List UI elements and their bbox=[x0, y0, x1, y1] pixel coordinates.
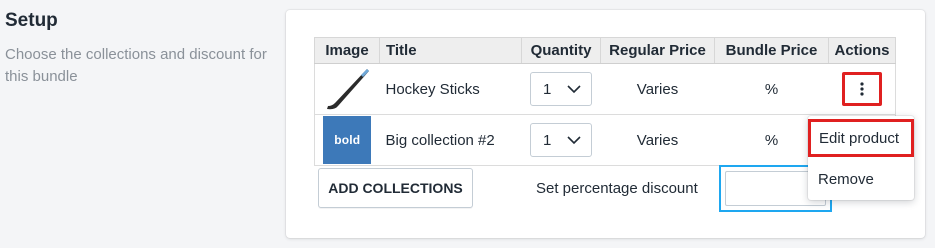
chevron-down-icon bbox=[567, 84, 581, 93]
row-image-cell: bold bbox=[314, 114, 380, 166]
header-bundle-price: Bundle Price bbox=[714, 37, 829, 64]
actions-popover: Edit product Remove bbox=[808, 116, 914, 200]
header-regular-price: Regular Price bbox=[600, 37, 715, 64]
setup-description: Choose the collections and discount for … bbox=[5, 46, 267, 85]
row-regular-price: Varies bbox=[600, 63, 715, 115]
quantity-value: 1 bbox=[543, 80, 552, 98]
setup-title: Setup bbox=[5, 10, 58, 31]
row-image-cell bbox=[314, 63, 380, 115]
discount-label: Set percentage discount bbox=[536, 180, 698, 197]
quantity-value: 1 bbox=[543, 131, 552, 149]
chevron-down-icon bbox=[567, 135, 581, 144]
row-title: Hockey Sticks bbox=[379, 63, 522, 115]
bold-logo-image: bold bbox=[323, 116, 372, 164]
row-actions-cell bbox=[828, 63, 896, 115]
header-quantity: Quantity bbox=[521, 37, 601, 64]
row-quantity-cell: 1 bbox=[521, 63, 601, 115]
row-regular-price: Varies bbox=[600, 114, 715, 166]
quantity-select[interactable]: 1 bbox=[530, 123, 592, 157]
row-title: Big collection #2 bbox=[379, 114, 522, 166]
quantity-select[interactable]: 1 bbox=[530, 72, 592, 106]
edit-product-menu-item[interactable]: Edit product bbox=[808, 119, 914, 157]
add-collections-button[interactable]: ADD COLLECTIONS bbox=[318, 168, 473, 208]
header-image: Image bbox=[314, 37, 380, 64]
hockey-stick-image bbox=[327, 69, 370, 110]
more-vertical-icon bbox=[860, 82, 864, 96]
header-actions: Actions bbox=[828, 37, 896, 64]
header-title: Title bbox=[379, 37, 522, 64]
actions-menu-button[interactable] bbox=[841, 72, 882, 106]
table-row: Hockey Sticks 1 Varies % bbox=[314, 63, 896, 115]
remove-menu-item[interactable]: Remove bbox=[808, 166, 914, 192]
row-bundle-price: % bbox=[714, 63, 829, 115]
table-header-row: Image Title Quantity Regular Price Bundl… bbox=[314, 37, 896, 64]
row-quantity-cell: 1 bbox=[521, 114, 601, 166]
